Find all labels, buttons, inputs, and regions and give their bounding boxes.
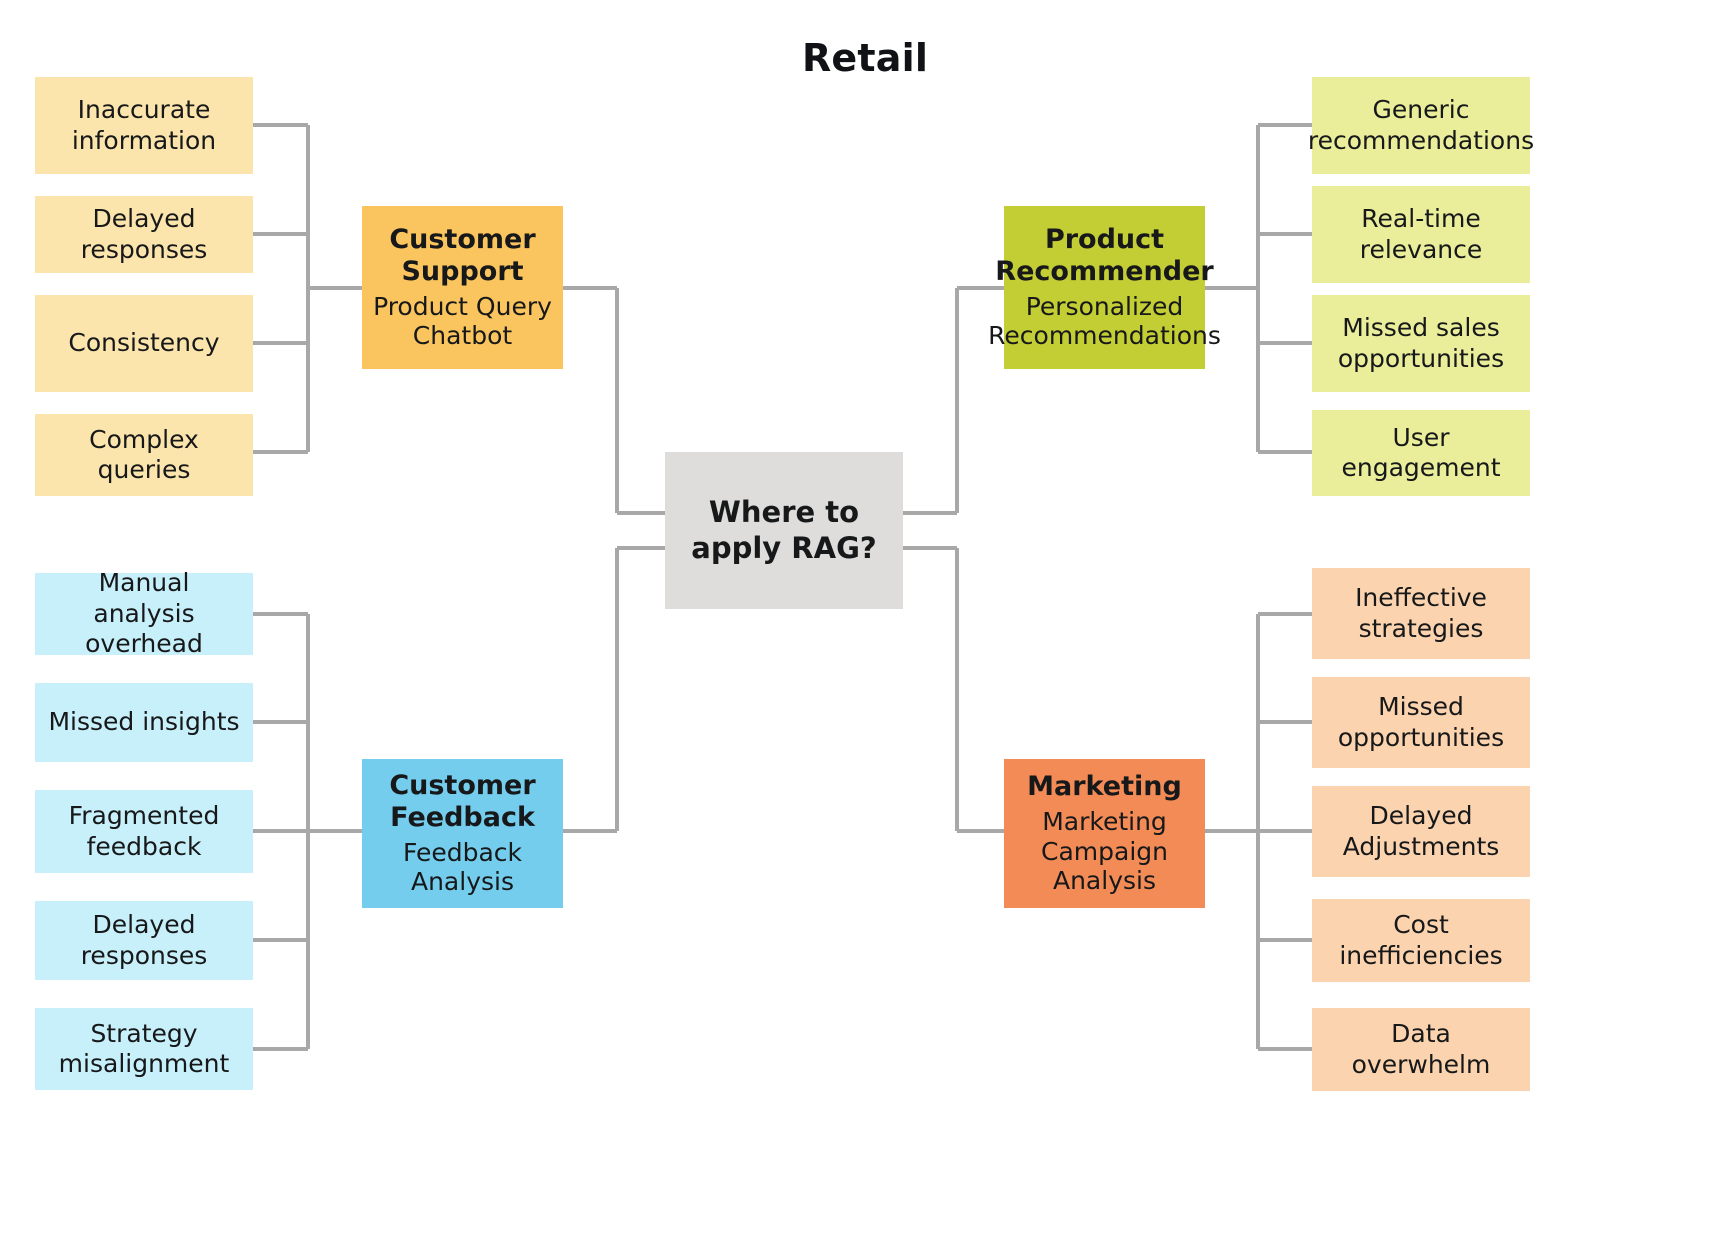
leaf-label-line1: Ineffective (1355, 583, 1487, 612)
leaf-label-line2: opportunities (1337, 722, 1505, 752)
branch-subtitle-line1: Feedback (402, 837, 523, 867)
leaf-box[interactable]: Inaccurate information (35, 77, 253, 174)
leaf-box[interactable]: Strategy misalignment (35, 1008, 253, 1090)
leaf-box[interactable]: Consistency (35, 295, 253, 392)
leaf-label-line1: Missed insights (48, 707, 240, 737)
center-node-where-to-apply-rag[interactable]: Where to apply RAG? (665, 452, 903, 609)
leaf-label-line1: Real-time (1361, 204, 1481, 233)
leaf-label-line2: strategies (1358, 613, 1484, 643)
branch-title-line1: Product (1044, 224, 1165, 256)
leaf-box[interactable]: Delayed responses (35, 901, 253, 980)
leaf-box[interactable]: Cost inefficiencies (1312, 899, 1530, 982)
leaf-label-line2: feedback (86, 831, 202, 861)
branch-subtitle-line3: Analysis (1052, 866, 1156, 896)
leaf-label-line1: User engagement (1341, 422, 1501, 483)
leaf-label-line1: Missed (1378, 692, 1464, 721)
leaf-label-line2: relevance (1359, 234, 1483, 264)
leaf-box[interactable]: Manual analysis overhead (35, 568, 253, 658)
leaf-label-line1: Fragmented (68, 801, 220, 830)
leaf-label-line1: Delayed responses (80, 204, 208, 264)
leaf-box[interactable]: Ineffective strategies (1312, 568, 1530, 659)
branch-subtitle-line1: Product Query (373, 291, 552, 321)
leaf-label-line1: Delayed (1369, 801, 1473, 830)
leaf-box[interactable]: Data overwhelm (1312, 1008, 1530, 1091)
leaf-label-line1: Strategy (90, 1018, 198, 1048)
leaf-box[interactable]: Missed opportunities (1312, 677, 1530, 768)
branch-title-line2: Support (401, 256, 524, 287)
leaf-label-line1: Delayed responses (80, 910, 208, 970)
leaf-label-line1: Inaccurate (77, 95, 211, 124)
branch-subtitle-line2: Analysis (410, 867, 514, 897)
leaf-label-line2: misalignment (58, 1049, 230, 1078)
leaf-label-line1: Cost inefficiencies (1339, 910, 1503, 970)
leaf-box[interactable]: Complex queries (35, 414, 253, 496)
leaf-label-line2: overhead (85, 629, 203, 659)
leaf-label-line2: opportunities (1337, 343, 1505, 373)
branch-node-customer-support[interactable]: Customer Support Product Query Chatbot (362, 206, 563, 369)
leaf-label-line1: Generic (1372, 95, 1470, 124)
leaf-label-line1: Consistency (68, 328, 220, 358)
leaf-label-line1: Missed sales (1342, 313, 1500, 342)
leaf-label-line1: Complex queries (89, 424, 199, 485)
leaf-box[interactable]: Delayed responses (35, 196, 253, 273)
branch-subtitle-line2: Chatbot (412, 321, 513, 351)
leaf-box[interactable]: Missed insights (35, 683, 253, 762)
leaf-label-line1: Data overwhelm (1351, 1019, 1491, 1079)
leaf-box[interactable]: Delayed Adjustments (1312, 786, 1530, 877)
leaf-label-line2: recommendations (1307, 125, 1535, 155)
branch-node-marketing[interactable]: Marketing Marketing Campaign Analysis (1004, 759, 1205, 908)
center-node-label-line1: Where to (708, 495, 860, 530)
branch-title-line2: Feedback (390, 802, 535, 833)
branch-title-line2: Recommender (995, 256, 1214, 287)
diagram-canvas: Retail Where to apply RAG? Customer Supp… (0, 0, 1730, 1248)
page-title: Retail (801, 36, 929, 80)
leaf-box[interactable]: Generic recommendations (1308, 77, 1534, 174)
branch-subtitle-line2: Campaign (1041, 836, 1168, 866)
branch-title-line1: Marketing (1027, 771, 1182, 803)
leaf-label-line1: Manual analysis (93, 568, 195, 628)
leaf-box[interactable]: Missed sales opportunities (1312, 295, 1530, 392)
leaf-label-line2: Adjustments (1342, 831, 1500, 861)
leaf-box[interactable]: Real-time relevance (1312, 186, 1530, 283)
branch-title-line1: Customer (389, 224, 536, 256)
branch-subtitle-line2: Recommendations (988, 321, 1221, 351)
branch-subtitle-line1: Personalized (1025, 291, 1184, 321)
branch-node-product-recommender[interactable]: Product Recommender Personalized Recomme… (988, 206, 1221, 369)
leaf-box[interactable]: User engagement (1312, 410, 1530, 496)
branch-node-customer-feedback[interactable]: Customer Feedback Feedback Analysis (362, 759, 563, 908)
branch-subtitle-line1: Marketing (1042, 807, 1167, 837)
leaf-label-line2: information (71, 125, 217, 155)
branch-title-line1: Customer (389, 770, 536, 802)
leaf-box[interactable]: Fragmented feedback (35, 790, 253, 873)
center-node-label-line2: apply RAG? (691, 530, 877, 565)
